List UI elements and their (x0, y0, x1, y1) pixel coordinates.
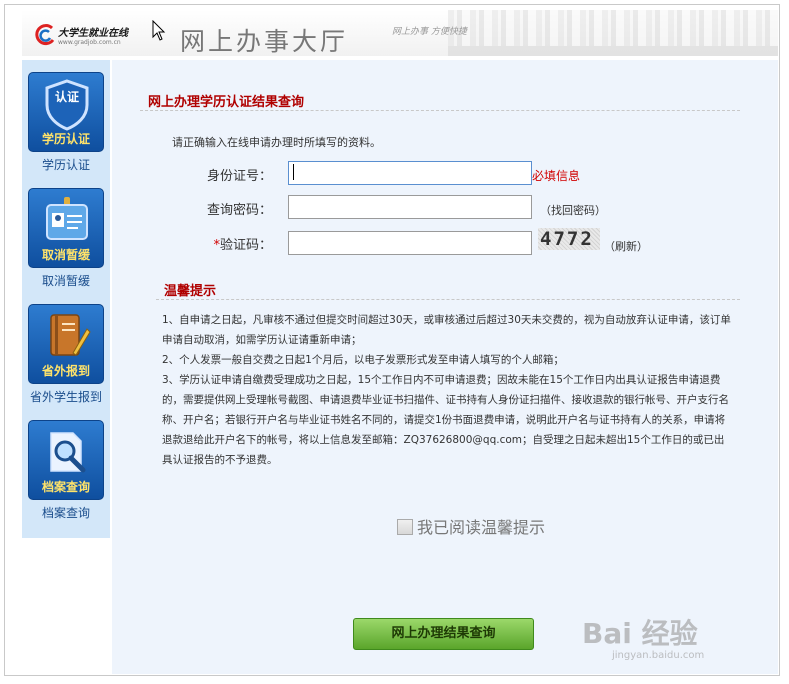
hall-subtitle: 网上办事 方便快捷 (392, 27, 467, 37)
required-note: 必填信息 (532, 169, 581, 183)
sidebar-caption[interactable]: 学历认证 (22, 156, 110, 173)
id-badge-icon (46, 197, 88, 240)
sidebar-tile-label: 学历认证 (41, 132, 90, 146)
logo-mark-icon (35, 24, 55, 45)
captcha-label-row: *验证码： (192, 234, 272, 253)
watermark-main: Bai 经验 (582, 617, 698, 650)
recover-password-link[interactable]: （找回密码） (540, 202, 606, 218)
watermark-url: jingyan.baidu.com (612, 650, 705, 661)
svg-text:认证: 认证 (55, 89, 79, 104)
sidebar-caption[interactable]: 档案查询 (22, 504, 110, 521)
tips-body: 1、自申请之日起，凡审核不通过但提交时间超过30天，或审核通过后超过30天未交费… (162, 310, 732, 470)
city-skyline-banner (448, 10, 778, 56)
query-result-button[interactable]: 网上办理结果查询 (353, 618, 534, 650)
sidebar-item-degree-cert[interactable]: 认证 学历认证 学历认证 (28, 72, 104, 172)
page-title: 网上办理学历认证结果查询 (148, 95, 305, 110)
sidebar-item-cancel-deferral[interactable]: 取消暂缓 取消暂缓 (28, 188, 104, 288)
sidebar-item-archive-query[interactable]: 档案查询 档案查询 (28, 420, 104, 520)
sidebar-caption[interactable]: 取消暂缓 (22, 272, 110, 289)
refresh-captcha-link[interactable]: （刷新） (604, 238, 648, 254)
sidebar: 认证 学历认证 学历认证 取消暂缓 取消暂缓 省外报到 省外学生报到 档案查询 … (22, 60, 110, 538)
hall-title: 网上办事大厅 (180, 27, 349, 56)
read-tips-label: 我已阅读温馨提示 (417, 518, 546, 537)
baidu-watermark: Bai 经验 jingyan.baidu.com (582, 612, 762, 662)
sidebar-tile[interactable]: 档案查询 (28, 420, 104, 500)
captcha-label: 验证码： (219, 238, 272, 253)
checkbox-box[interactable] (397, 519, 413, 535)
id-number-label: 身份证号： (206, 169, 272, 184)
tips-title: 温馨提示 (164, 284, 217, 299)
id-number-input[interactable] (288, 161, 532, 185)
notebook-icon (50, 314, 91, 356)
site-logo[interactable]: 大学生就业在线 www.gradjob.com.cn (32, 18, 142, 52)
mouse-cursor-icon (152, 20, 166, 41)
form-instruction: 请正确输入在线申请办理时所填写的资料。 (172, 136, 381, 149)
site-header: 大学生就业在线 www.gradjob.com.cn 网上办事大厅 网上办事 方… (22, 10, 778, 56)
magnifier-icon (50, 432, 86, 473)
captcha-image[interactable]: 4772 (538, 228, 600, 250)
sidebar-tile-label: 省外报到 (41, 364, 90, 378)
logo-url: www.gradjob.com.cn (58, 39, 121, 46)
text-caret (293, 164, 294, 180)
sidebar-item-out-of-province-report[interactable]: 省外报到 省外学生报到 (28, 304, 104, 404)
sidebar-tile[interactable]: 取消暂缓 (28, 188, 104, 268)
shield-icon: 认证 (45, 79, 89, 131)
sidebar-tile-label: 取消暂缓 (41, 248, 90, 262)
sidebar-tile[interactable]: 省外报到 (28, 304, 104, 384)
sidebar-tile-label: 档案查询 (41, 480, 90, 494)
logo-text: 大学生就业在线 (58, 28, 128, 39)
sidebar-tile[interactable]: 认证 学历认证 (28, 72, 104, 152)
title-divider (140, 110, 740, 111)
tip-item: 1、自申请之日起，凡审核不通过但提交时间超过30天，或审核通过后超过30天未交费… (162, 314, 731, 346)
read-tips-checkbox[interactable]: 我已阅读温馨提示 (397, 514, 545, 538)
tip-item: 3、学历认证申请自缴费受理成功之日起，15个工作日内不可申请退费；因故未能在15… (162, 374, 729, 466)
sidebar-caption[interactable]: 省外学生报到 (22, 388, 110, 405)
tip-item: 2、个人发票一般自交费之日起1个月后，以电子发票形式发至申请人填写的个人邮箱； (162, 354, 564, 366)
captcha-input[interactable] (288, 231, 532, 255)
query-password-input[interactable] (288, 195, 532, 219)
tips-divider (156, 299, 740, 300)
query-password-label: 查询密码： (206, 203, 272, 218)
